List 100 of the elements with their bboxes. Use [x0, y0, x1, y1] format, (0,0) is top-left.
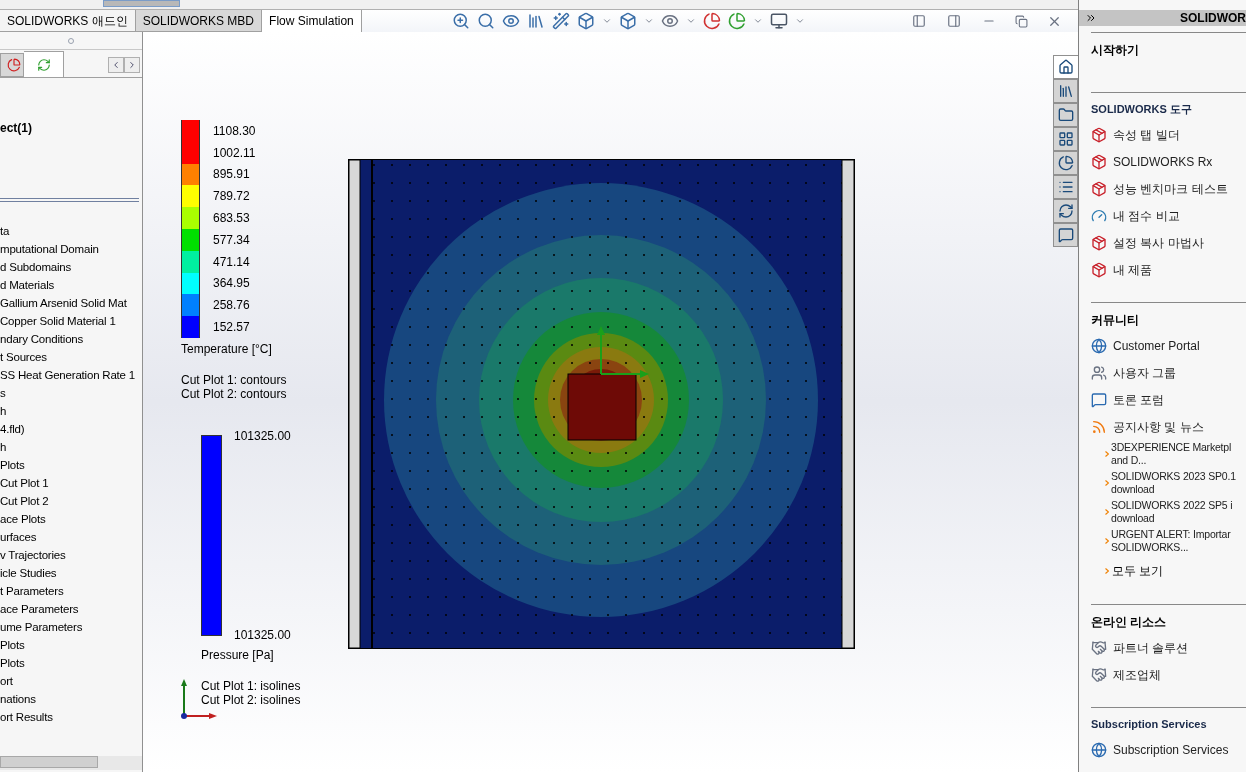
- ribbon-tab[interactable]: SOLIDWORKS MBD: [135, 10, 263, 32]
- panel-tab[interactable]: [24, 51, 64, 77]
- side-tab[interactable]: [1053, 175, 1078, 199]
- panel-left-icon[interactable]: [912, 14, 926, 28]
- tree-item[interactable]: mputational Domain: [0, 240, 142, 258]
- tree-item[interactable]: SS Heat Generation Rate 1: [0, 366, 142, 384]
- cube-icon: [1091, 262, 1107, 278]
- globe-icon: [1091, 338, 1107, 354]
- tree-item[interactable]: Plots: [0, 654, 142, 672]
- tree-root[interactable]: ect(1): [0, 120, 142, 136]
- tree-item[interactable]: Cut Plot 1: [0, 474, 142, 492]
- side-tab[interactable]: [1053, 199, 1078, 223]
- scroll-left-button[interactable]: [108, 57, 124, 73]
- panel-link[interactable]: 내 제품: [1113, 261, 1153, 279]
- tree-item[interactable]: ta: [0, 222, 142, 240]
- panel-link[interactable]: Customer Portal: [1113, 337, 1200, 355]
- scrollbar-thumb[interactable]: [0, 756, 98, 768]
- side-tab[interactable]: [1053, 55, 1078, 79]
- tree-item[interactable]: t Sources: [0, 348, 142, 366]
- eye-icon[interactable]: [660, 12, 679, 30]
- plot-note: Cut Plot 1: contours: [181, 372, 288, 387]
- dropdown-icon[interactable]: [643, 16, 654, 26]
- tree-item[interactable]: ort Results: [0, 708, 142, 726]
- gauge-icon: [1091, 208, 1107, 224]
- tree-item[interactable]: v Trajectories: [0, 546, 142, 564]
- tree-item[interactable]: ndary Conditions: [0, 330, 142, 348]
- news-link[interactable]: SOLIDWORKS 2023 SP0.1 download: [1111, 469, 1236, 496]
- view-all-link[interactable]: 모두 보기: [1112, 561, 1164, 580]
- handshake-icon: [1091, 640, 1107, 656]
- panel-link[interactable]: 설정 복사 마법사: [1113, 234, 1204, 252]
- legend-title: Temperature [°C]: [181, 340, 273, 358]
- dropdown-icon[interactable]: [601, 16, 612, 26]
- bullet-icon: [1105, 450, 1109, 457]
- tree-item[interactable]: t Parameters: [0, 582, 142, 600]
- bullet-icon: [1105, 537, 1109, 544]
- tree-item[interactable]: d Subdomains: [0, 258, 142, 276]
- legend-value: 1002.11: [213, 144, 256, 162]
- tree-item[interactable]: Cut Plot 2: [0, 492, 142, 510]
- tree-item[interactable]: s: [0, 384, 142, 402]
- scene-icon[interactable]: [727, 12, 746, 30]
- tree-item[interactable]: ace Plots: [0, 510, 142, 528]
- section-title: 시작하기: [1091, 42, 1140, 59]
- bullet-icon: [1105, 567, 1109, 574]
- tree-item[interactable]: urfaces: [0, 528, 142, 546]
- panel-right-icon[interactable]: [947, 14, 961, 28]
- plot-note: Cut Plot 1: isolines: [201, 678, 301, 693]
- news-link[interactable]: URGENT ALERT: Importar SOLIDWORKS...: [1111, 527, 1231, 554]
- bullet-icon: [1105, 508, 1109, 515]
- side-tab[interactable]: [1053, 79, 1078, 103]
- chevron-right-icon: [127, 60, 137, 70]
- restore-icon[interactable]: [1015, 14, 1028, 28]
- news-link[interactable]: 3DEXPERIENCE Marketpl and D...: [1111, 440, 1232, 467]
- news-link[interactable]: SOLIDWORKS 2022 SP5 i download: [1111, 498, 1233, 525]
- pane-title: SOLIDWOR: [1180, 10, 1246, 27]
- monitor-icon[interactable]: [769, 12, 788, 30]
- tree-item[interactable]: Gallium Arsenid Solid Mat: [0, 294, 142, 312]
- tree-item[interactable]: Copper Solid Material 1: [0, 312, 142, 330]
- panel-link[interactable]: 속성 탭 빌더: [1113, 126, 1180, 144]
- appearance-icon[interactable]: [702, 12, 721, 30]
- tree-item[interactable]: Plots: [0, 456, 142, 474]
- panel-link[interactable]: 파트너 솔루션: [1113, 639, 1189, 657]
- chevron-left-icon: [111, 60, 121, 70]
- panel-link[interactable]: 제조업체: [1113, 666, 1161, 684]
- side-tab[interactable]: [1053, 223, 1078, 247]
- dropdown-icon[interactable]: [685, 16, 696, 26]
- tree-item[interactable]: icle Studies: [0, 564, 142, 582]
- globe-icon: [1091, 741, 1107, 758]
- tree-item[interactable]: d Materials: [0, 276, 142, 294]
- section-title: 커뮤니티: [1091, 311, 1140, 329]
- panel-tab[interactable]: [0, 53, 24, 77]
- zoom-fit-icon[interactable]: [451, 12, 470, 30]
- ribbon-tab[interactable]: SOLIDWORKS 애드인: [0, 10, 136, 32]
- side-tab[interactable]: [1053, 103, 1078, 127]
- display-style-icon[interactable]: [618, 12, 637, 30]
- zoom-area-icon[interactable]: [476, 12, 495, 30]
- tree-item[interactable]: ace Parameters: [0, 600, 142, 618]
- tree-item[interactable]: ort: [0, 672, 142, 690]
- panel-link[interactable]: 성능 벤치마크 테스트: [1113, 180, 1228, 198]
- tree-item[interactable]: ume Parameters: [0, 618, 142, 636]
- tree-item[interactable]: h: [0, 402, 142, 420]
- dropdown-icon[interactable]: [752, 16, 763, 26]
- side-tab[interactable]: [1053, 127, 1078, 151]
- panel-link[interactable]: Subscription Services: [1113, 740, 1229, 759]
- panel-link[interactable]: 토론 포럼: [1113, 391, 1165, 409]
- tree-item[interactable]: 4.fld): [0, 420, 142, 438]
- dropdown-icon[interactable]: [794, 16, 805, 26]
- chat-icon: [1091, 392, 1107, 408]
- panel-link[interactable]: 내 점수 비교: [1113, 207, 1180, 225]
- heat-source-block: [567, 373, 637, 441]
- side-tab[interactable]: [1053, 151, 1078, 175]
- panel-link[interactable]: SOLIDWORKS Rx: [1113, 153, 1213, 171]
- panel-link[interactable]: 공지사항 및 뉴스: [1113, 418, 1204, 436]
- tree-item[interactable]: Plots: [0, 636, 142, 654]
- collapse-icon[interactable]: [1085, 12, 1097, 24]
- cube-icon: [1091, 154, 1107, 170]
- panel-link[interactable]: 사용자 그룹: [1113, 364, 1177, 382]
- view-orientation-icon[interactable]: [576, 12, 595, 30]
- legend-value: 152.57: [213, 319, 250, 337]
- tree-item[interactable]: h: [0, 438, 142, 456]
- tree-item[interactable]: nations: [0, 690, 142, 708]
